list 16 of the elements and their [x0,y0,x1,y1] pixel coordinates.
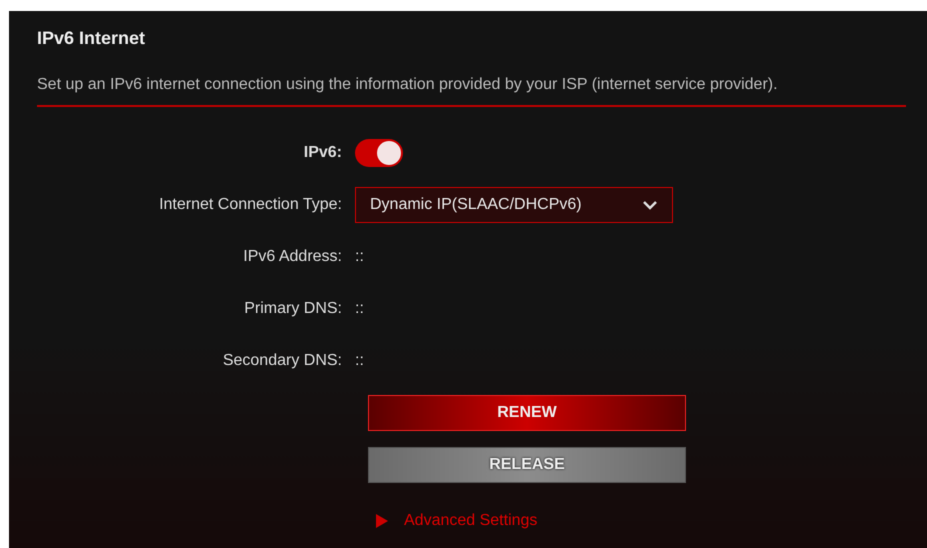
triangle-right-icon [376,514,388,528]
panel-description: Set up an IPv6 internet connection using the information provided by your ISP (internet service provider). [37,73,906,107]
advanced-settings-toggle[interactable]: Advanced Settings [376,509,538,533]
panel-title: IPv6 Internet [37,27,146,50]
field-label: Internet Connection Type: [159,196,342,213]
field-label: Primary DNS: [244,300,342,317]
field-label: IPv6: [304,144,342,161]
renew-button[interactable]: RENEW [368,395,686,431]
field-label: IPv6 Address: [243,248,342,265]
field-value: :: [355,247,364,267]
field-label: Secondary DNS: [222,352,342,369]
field-value: :: [355,351,364,371]
chevron-down-icon [642,200,658,210]
connection-type-dropdown[interactable]: Dynamic IP(SLAAC/DHCPv6) [355,187,673,223]
field-value: :: [355,299,364,319]
toggle-switch[interactable] [355,139,403,167]
